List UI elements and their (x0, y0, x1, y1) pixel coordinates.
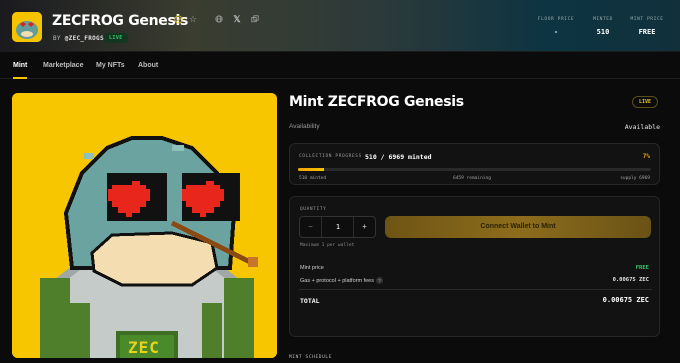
quantity-stepper: − 1 + (299, 216, 376, 238)
fees-line: Gas + protocol + platform fees? (300, 277, 383, 284)
by-prefix: BY (53, 35, 61, 42)
collection-logo (12, 12, 42, 42)
suit-badge-text: ZEC (128, 338, 160, 357)
progress-bar-fill (298, 168, 324, 171)
quantity-value[interactable]: 1 (322, 217, 354, 237)
fees-label: Gas + protocol + platform fees (300, 278, 374, 284)
stat-floor-price: FLOOR PRICE - (533, 17, 579, 36)
tab-my-nfts[interactable]: My NFTs (96, 62, 125, 69)
stat-label: MINT PRICE (630, 17, 664, 22)
purchase-card: QUANTITY − 1 + Maximum 1 per wallet Conn… (289, 196, 660, 337)
mint-price-value: FREE (635, 265, 649, 271)
nft-artwork: ZEC (12, 93, 277, 358)
availability-value: Available (624, 123, 660, 131)
creator-handle[interactable]: @ZEC_FROGS (65, 35, 104, 42)
copy-icon[interactable] (249, 13, 261, 25)
creator-line: BY @ZEC_FROGS (53, 35, 104, 42)
globe-icon[interactable] (213, 13, 225, 25)
live-badge: LIVE (632, 96, 658, 108)
x-icon[interactable]: 𝕏 (231, 13, 243, 25)
tab-mint[interactable]: Mint (13, 62, 27, 69)
stat-label: FLOOR PRICE (537, 17, 575, 22)
tab-marketplace[interactable]: Marketplace (43, 62, 83, 69)
info-icon[interactable]: ? (375, 277, 383, 284)
stat-label: MINTED (593, 17, 613, 22)
progress-minted: 510 minted (299, 176, 327, 181)
mint-price-label: Mint price (300, 265, 324, 271)
availability-label: Availability (289, 123, 320, 130)
divider (299, 289, 652, 290)
quantity-label: QUANTITY (300, 207, 327, 212)
progress-percent: 7% (642, 153, 650, 160)
active-tab-indicator (13, 77, 27, 79)
verified-icon (172, 13, 184, 25)
progress-supply: supply 6969 (620, 176, 650, 181)
stat-value: FREE (638, 28, 656, 36)
decrement-button[interactable]: − (300, 217, 322, 237)
increment-button[interactable]: + (353, 217, 375, 237)
progress-label: COLLECTION PROGRESS (299, 154, 362, 159)
total-label: TOTAL (300, 297, 320, 305)
connect-wallet-button[interactable]: Connect Wallet to Mint (385, 216, 651, 238)
tab-bar: Mint Marketplace My NFTs About (0, 52, 680, 79)
stat-value: 510 (596, 28, 610, 36)
quantity-note: Maximum 1 per wallet (300, 243, 355, 248)
progress-bar (298, 168, 651, 171)
stat-mint-price: MINT PRICE FREE (624, 17, 670, 36)
fees-value: 0.00675 ZEC (612, 277, 649, 283)
mint-schedule-heading: MINT SCHEDULE (289, 355, 333, 360)
live-badge-small: LIVE (104, 33, 128, 43)
star-icon[interactable]: ☆ (187, 13, 199, 25)
progress-value: 510 / 6969 minted (365, 153, 432, 161)
collection-progress-card: COLLECTION PROGRESS 510 / 6969 minted 7%… (289, 143, 660, 185)
stat-minted: MINTED 510 (585, 17, 621, 36)
mint-title: Mint ZECFROG Genesis (289, 94, 464, 110)
collection-header: ZECFROG Genesis ☆ 𝕏 BY @ZEC_FROGS LIVE F… (0, 0, 680, 52)
total-value: 0.00675 ZEC (602, 296, 649, 304)
stat-value: - (553, 28, 559, 36)
tab-about[interactable]: About (138, 62, 158, 69)
collection-title: ZECFROG Genesis (52, 13, 189, 29)
progress-remaining: 6459 remaining (453, 176, 491, 181)
